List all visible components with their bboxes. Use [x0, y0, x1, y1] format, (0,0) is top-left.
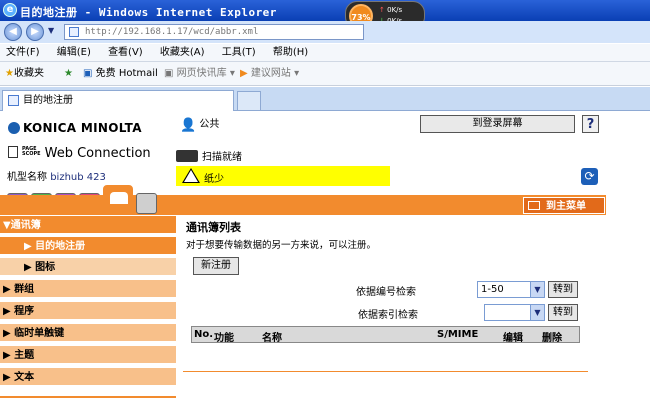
addressbook-glyph — [110, 192, 128, 204]
addressbook-mode-icon[interactable] — [103, 185, 133, 215]
hotmail-link[interactable]: ▣ 免费 Hotmail — [83, 68, 158, 80]
web-slice-gallery[interactable]: ▣ 网页快讯库 ▾ — [164, 68, 235, 80]
refresh-icon[interactable]: ⟳ — [581, 168, 598, 185]
tab-page-icon — [8, 95, 19, 106]
user-icon: 👤 — [180, 118, 197, 133]
suggest-icon: ▶ — [240, 68, 248, 79]
scan-status: 扫描就绪 — [176, 148, 242, 163]
speed-up-label: ↑ 0K/s — [379, 6, 403, 14]
sidebar: ▼通讯簿 ▶ 目的地注册 ▶ 图标 ▶ 群组 ▶ 程序 ▶ 临时单触键 ▶ 主题… — [0, 216, 176, 396]
sidebar-item-text[interactable]: ▶ 文本 — [0, 368, 176, 387]
web-connection-logo: PAGE SCOPE Web Connection — [8, 146, 151, 161]
menu-view[interactable]: 查看(V) — [108, 47, 143, 58]
warning-bar: 纸少 — [176, 166, 390, 186]
sidebar-item-temp[interactable]: ▶ 临时单触键 — [0, 324, 176, 343]
sidebar-item-program[interactable]: ▶ 程序 — [0, 302, 176, 321]
ie-icon: e — [3, 3, 17, 17]
pagescope-icon — [8, 146, 18, 158]
page-description: 对于想要传输数据的另一方来说，可以注册。 — [186, 240, 377, 251]
menu-favorites[interactable]: 收藏夹(A) — [160, 47, 205, 58]
sidebar-item-subject[interactable]: ▶ 主题 — [0, 346, 176, 365]
pagescope-text: PAGE SCOPE — [22, 146, 41, 157]
search-index-select[interactable]: ▼ — [484, 304, 545, 321]
suggested-sites[interactable]: ▶ 建议网站 ▾ — [240, 68, 299, 80]
help-button[interactable]: ? — [582, 115, 599, 133]
menu-file[interactable]: 文件(F) — [6, 47, 40, 58]
forward-button[interactable]: ▶ — [26, 23, 44, 41]
hotmail-label: 免费 Hotmail — [95, 68, 158, 79]
star-icon: ★ — [5, 68, 14, 79]
new-tab-button[interactable] — [237, 91, 261, 110]
sidebar-item-group[interactable]: ▶ 群组 — [0, 280, 176, 299]
menu-icon — [528, 201, 540, 210]
scanner-icon — [176, 150, 198, 162]
ie-page-icon: ▣ — [83, 68, 93, 79]
window-title: 目的地注册 - Windows Internet Explorer — [20, 6, 277, 19]
orange-menu-bar — [0, 195, 606, 215]
konica-globe-icon — [8, 122, 20, 134]
col-no: No. — [194, 329, 214, 340]
address-field[interactable]: http://192.168.1.17/wcd/abbr.xml — [64, 24, 364, 40]
address-url: http://192.168.1.17/wcd/abbr.xml — [85, 27, 259, 37]
warning-icon — [182, 168, 200, 183]
chevron-down-icon: ▼ — [530, 305, 544, 320]
warning-text: 纸少 — [204, 174, 224, 185]
favorites-label: 收藏夹 — [13, 68, 44, 79]
search-number-label: 依据编号检索 — [356, 287, 416, 298]
user-info: 👤 公共 — [180, 115, 219, 133]
col-function: 功能 — [214, 333, 234, 344]
speed-up: 0K/s — [387, 6, 403, 14]
page-title: 通讯簿列表 — [186, 221, 241, 234]
title-bar: e 目的地注册 - Windows Internet Explorer — [0, 0, 650, 21]
model-info: 机型名称 bizhub 423 — [7, 168, 106, 183]
login-screen-button[interactable]: 到登录屏幕 — [420, 115, 575, 133]
search-number-select[interactable]: 1-50 ▼ — [477, 281, 545, 298]
slice-icon: ▣ — [164, 68, 174, 79]
tab-label: 目的地注册 — [23, 95, 73, 106]
col-name: 名称 — [262, 333, 282, 344]
user-name: 公共 — [199, 119, 220, 130]
favorites-button[interactable]: ★收藏夹 — [5, 68, 44, 80]
konica-logo: KONICA MINOLTA — [8, 121, 142, 135]
model-value: bizhub 423 — [50, 172, 106, 183]
sidebar-item-addressbook[interactable]: ▼通讯簿 — [0, 216, 176, 235]
search-number-value: 1-50 — [481, 284, 504, 295]
menu-tools[interactable]: 工具(T) — [222, 47, 256, 58]
table-header: No. 功能 名称 S/MIME 编辑 删除 — [191, 326, 580, 344]
sidebar-item-destination[interactable]: ▶ 目的地注册 — [0, 237, 176, 256]
gallery-label: 网页快讯库 — [176, 68, 227, 79]
col-smime: S/MIME — [437, 329, 479, 340]
model-label: 机型名称 — [7, 172, 47, 183]
col-delete: 删除 — [542, 333, 562, 344]
sidebar-item-icon[interactable]: ▶ 图标 — [0, 258, 176, 277]
new-register-button[interactable]: 新注册 — [193, 257, 239, 275]
add-favorite-icon[interactable]: ★ — [64, 68, 73, 80]
brand-text: KONICA MINOLTA — [23, 121, 142, 135]
tab-row: 目的地注册 — [0, 87, 650, 111]
chevron-down-icon: ▼ — [530, 282, 544, 297]
go-index-button[interactable]: 转到 — [548, 304, 578, 321]
page-icon — [69, 27, 79, 37]
favorites-bar: ★收藏夹 ★ ▣ 免费 Hotmail ▣ 网页快讯库 ▾ ▶ 建议网站 ▾ — [0, 62, 650, 86]
tab-active[interactable]: 目的地注册 — [2, 90, 234, 111]
menu-help[interactable]: 帮助(H) — [273, 47, 308, 58]
col-edit: 编辑 — [503, 333, 523, 344]
history-dropdown-icon[interactable]: ▼ — [48, 26, 54, 35]
menu-edit[interactable]: 编辑(E) — [57, 47, 91, 58]
address-row: ◀ ▶ ▼ http://192.168.1.17/wcd/abbr.xml — [0, 21, 650, 43]
sidebar-divider — [0, 396, 176, 398]
product-name: Web Connection — [44, 146, 151, 161]
main-menu-button[interactable]: 到主菜单 — [523, 197, 605, 214]
go-number-button[interactable]: 转到 — [548, 281, 578, 298]
suggest-label: 建议网站 — [250, 68, 291, 79]
settings-mode-icon[interactable] — [136, 193, 157, 214]
search-index-label: 依据索引检索 — [358, 310, 418, 321]
main-menu-label: 到主菜单 — [546, 201, 586, 212]
content-divider — [183, 371, 588, 372]
back-button[interactable]: ◀ — [4, 23, 22, 41]
scan-status-text: 扫描就绪 — [202, 152, 242, 163]
menu-bar: 文件(F) 编辑(E) 查看(V) 收藏夹(A) 工具(T) 帮助(H) — [0, 44, 650, 62]
